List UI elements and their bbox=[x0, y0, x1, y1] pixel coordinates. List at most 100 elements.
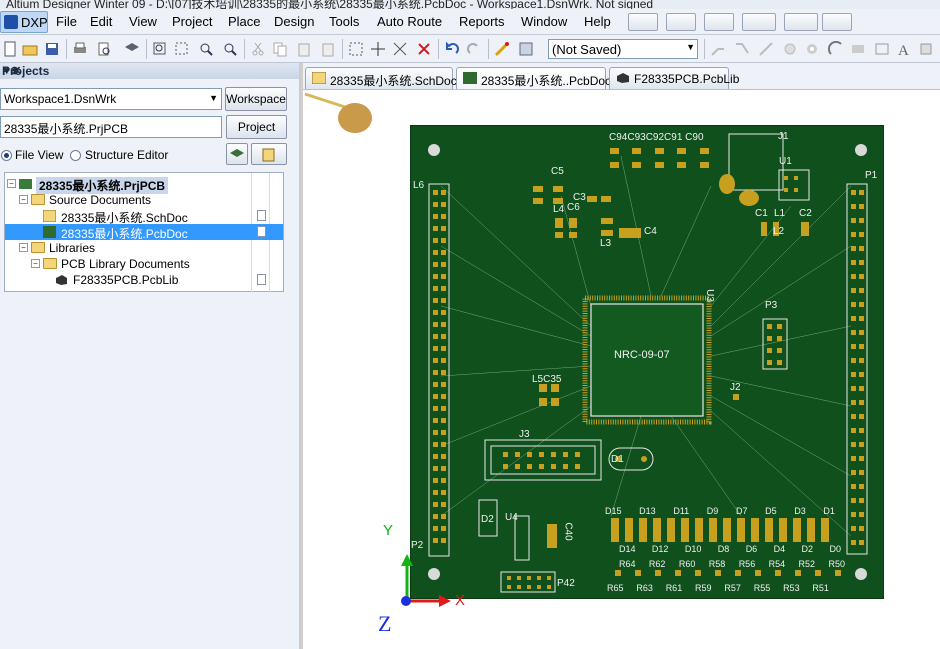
collapse-icon[interactable]: − bbox=[31, 259, 40, 268]
grid-button[interactable] bbox=[822, 13, 852, 31]
pcb-canvas[interactable]: NRC-09-07 U3 C94C93C92C91 C90 J1 U1 P1 P… bbox=[303, 90, 940, 649]
c6-label: C6 bbox=[567, 202, 580, 213]
led-label: D1 bbox=[823, 506, 835, 516]
save-icon[interactable] bbox=[44, 41, 60, 57]
panel-menu-icon[interactable]: ▾ bbox=[4, 64, 10, 77]
tree-item-project[interactable]: − 28335最小系统.PrjPCB bbox=[5, 176, 283, 194]
undo-icon[interactable] bbox=[444, 41, 460, 57]
zoom-selected-icon[interactable] bbox=[198, 41, 214, 57]
text-tool-button[interactable] bbox=[704, 13, 734, 31]
room-button[interactable] bbox=[784, 13, 818, 31]
place-fill-icon[interactable] bbox=[850, 41, 866, 57]
print-preview-icon[interactable] bbox=[96, 41, 112, 57]
schematic-doc-icon bbox=[43, 210, 56, 222]
tree-item-source-documents[interactable]: − Source Documents bbox=[5, 192, 283, 208]
main-toolbar: (Not Saved) ▼ A bbox=[0, 35, 940, 63]
document-tabs: 28335最小系统.SchDoc 28335最小系统..PcbDoc F2833… bbox=[303, 63, 940, 90]
tab-schdoc[interactable]: 28335最小系统.SchDoc bbox=[305, 67, 457, 89]
l6-label: L6 bbox=[413, 180, 425, 191]
menu-help[interactable]: Help bbox=[584, 14, 611, 29]
collapse-icon[interactable]: − bbox=[19, 195, 28, 204]
redo-icon[interactable] bbox=[466, 41, 482, 57]
led-label: D9 bbox=[706, 506, 719, 516]
tree-item-libraries[interactable]: − Libraries bbox=[5, 240, 283, 256]
tree-item-pcblib[interactable]: F28335PCB.PcbLib bbox=[5, 272, 283, 288]
project-tree[interactable]: − 28335最小系统.PrjPCB − Source Documents 28… bbox=[4, 172, 284, 293]
led-label: D13 bbox=[639, 506, 656, 516]
interactive-route-button[interactable] bbox=[628, 13, 658, 31]
resistor-label: R62 bbox=[648, 559, 666, 569]
rubber-stamp-icon[interactable] bbox=[320, 41, 336, 57]
project-button[interactable]: Project bbox=[226, 115, 287, 139]
tab-pcblib[interactable]: F28335PCB.PcbLib bbox=[609, 67, 739, 89]
menu-window[interactable]: Window bbox=[521, 14, 567, 29]
menu-bar: DXP File Edit View Project Place Design … bbox=[0, 9, 940, 35]
menu-auto-route[interactable]: Auto Route bbox=[377, 14, 442, 29]
tree-item-pcbdoc[interactable]: 28335最小系统.PcbDoc bbox=[5, 224, 283, 241]
menu-project[interactable]: Project bbox=[172, 14, 212, 29]
led-label: D14 bbox=[619, 544, 636, 554]
pcb-doc-icon bbox=[43, 226, 56, 238]
l4-label: L4 bbox=[553, 204, 565, 215]
l5c35-label: L5C35 bbox=[532, 374, 562, 385]
tab-pcbdoc[interactable]: 28335最小系统..PcbDoc bbox=[456, 67, 611, 89]
place-arc-icon[interactable] bbox=[828, 41, 844, 57]
place-component-icon[interactable] bbox=[918, 41, 934, 57]
layer-stack-icon[interactable] bbox=[124, 41, 140, 57]
move-selection-icon[interactable] bbox=[392, 41, 408, 57]
led-label: D12 bbox=[651, 544, 669, 554]
dxp-menu[interactable]: DXP bbox=[0, 11, 48, 33]
paste-icon[interactable] bbox=[296, 41, 312, 57]
project-field[interactable]: 28335最小系统.PrjPCB bbox=[0, 116, 222, 138]
menu-tools[interactable]: Tools bbox=[329, 14, 359, 29]
resistor-label: R56 bbox=[738, 559, 756, 569]
menu-file[interactable]: File bbox=[56, 14, 77, 29]
compile-button[interactable] bbox=[226, 143, 248, 165]
interactive-route-icon[interactable] bbox=[710, 41, 726, 57]
open-folder-icon[interactable] bbox=[22, 41, 38, 57]
place-via-icon[interactable] bbox=[804, 41, 820, 57]
p1-label: P1 bbox=[865, 170, 878, 181]
deselect-icon[interactable] bbox=[416, 41, 432, 57]
menu-view[interactable]: View bbox=[129, 14, 157, 29]
place-pad-icon[interactable] bbox=[782, 41, 798, 57]
cut-icon[interactable] bbox=[250, 41, 266, 57]
pcb-board[interactable]: NRC-09-07 U3 C94C93C92C91 C90 J1 U1 P1 P… bbox=[410, 125, 884, 599]
collapse-icon[interactable]: − bbox=[19, 243, 28, 252]
j2-label: J2 bbox=[730, 382, 741, 393]
align-button[interactable] bbox=[666, 13, 696, 31]
move-icon[interactable] bbox=[370, 41, 386, 57]
copy-icon[interactable] bbox=[272, 41, 288, 57]
folder-icon bbox=[43, 258, 57, 269]
file-view-radio[interactable] bbox=[1, 150, 12, 161]
select-area-icon[interactable] bbox=[348, 41, 364, 57]
menu-edit[interactable]: Edit bbox=[90, 14, 112, 29]
tree-item-pcb-library-documents[interactable]: − PCB Library Documents bbox=[5, 256, 283, 272]
menu-reports[interactable]: Reports bbox=[459, 14, 505, 29]
new-document-icon[interactable] bbox=[2, 41, 18, 57]
resistor-top-labels: R64 R62 R60 R58 R56 R54 R52 R50 bbox=[619, 559, 845, 569]
multi-route-icon[interactable] bbox=[758, 41, 774, 57]
browse-component-icon[interactable] bbox=[518, 41, 534, 57]
zoom-fit-icon[interactable] bbox=[152, 41, 168, 57]
zoom-area-icon[interactable] bbox=[174, 41, 190, 57]
cross-probe-icon[interactable] bbox=[494, 41, 510, 57]
place-string-icon[interactable]: A bbox=[896, 41, 912, 57]
dimension-button[interactable] bbox=[742, 13, 776, 31]
diff-pair-route-icon[interactable] bbox=[734, 41, 750, 57]
document-state-icon bbox=[257, 210, 266, 221]
x-axis-label: X bbox=[455, 592, 466, 609]
workspace-button[interactable]: Workspace bbox=[225, 87, 287, 111]
menu-design[interactable]: Design bbox=[274, 14, 314, 29]
workspace-combo[interactable]: Workspace1.DsnWrk ▼ bbox=[0, 88, 222, 110]
structure-editor-radio[interactable] bbox=[70, 150, 81, 161]
variant-combo[interactable]: (Not Saved) ▼ bbox=[548, 39, 698, 59]
zoom-filter-icon[interactable] bbox=[222, 41, 238, 57]
tree-item-schdoc[interactable]: 28335最小系统.SchDoc bbox=[5, 208, 283, 225]
print-icon[interactable] bbox=[72, 41, 88, 57]
close-icon[interactable]: ✕ bbox=[12, 64, 21, 77]
collapse-icon[interactable]: − bbox=[7, 179, 16, 188]
place-polygon-icon[interactable] bbox=[874, 41, 890, 57]
menu-place[interactable]: Place bbox=[228, 14, 261, 29]
project-options-button[interactable] bbox=[251, 143, 287, 165]
